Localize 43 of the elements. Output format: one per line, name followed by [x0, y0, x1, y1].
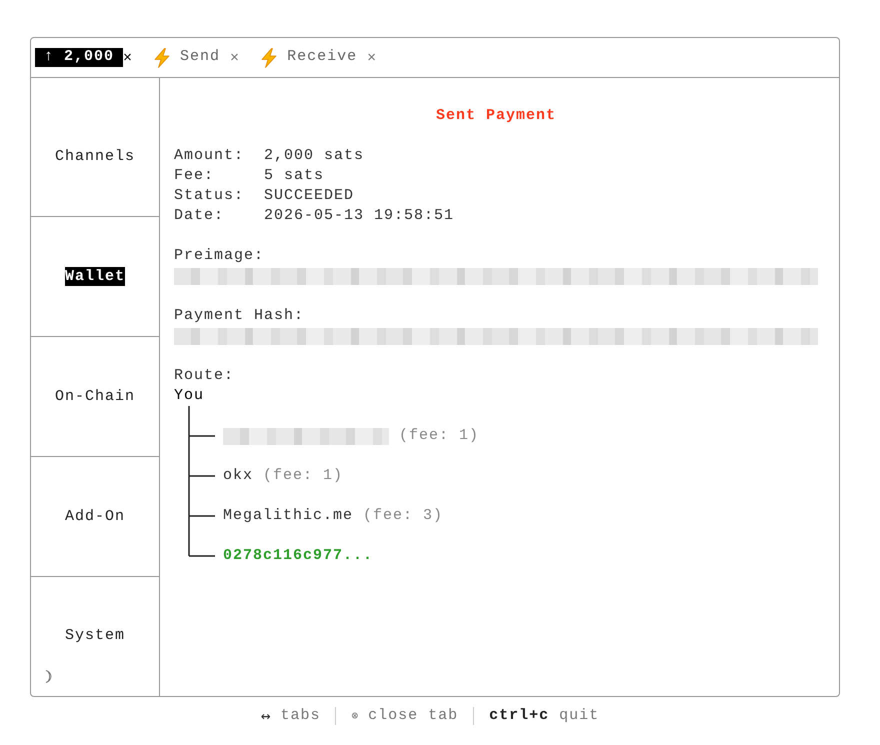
- hop-fee: (fee: 1): [399, 426, 480, 446]
- tree-connector: [188, 486, 215, 526]
- sidebar-item[interactable]: Wallet: [64, 267, 125, 286]
- close-tab-button[interactable]: ×: [367, 48, 378, 67]
- shortcut-label: close tab: [368, 706, 458, 726]
- sidebar-item[interactable]: On-Chain: [54, 387, 135, 406]
- shortcut-key: ↔: [260, 704, 270, 728]
- route-origin: You: [174, 386, 204, 406]
- tab[interactable]: Receive: [261, 48, 358, 67]
- tree-connector: [188, 526, 215, 557]
- moon-icon[interactable]: [44, 670, 53, 683]
- shortcut-label: tabs: [280, 706, 320, 726]
- destination-name: 0278c116c977...: [223, 546, 374, 566]
- lightning-icon: [261, 48, 278, 68]
- close-tab-button[interactable]: ×: [230, 48, 240, 67]
- field-label: Date:: [174, 206, 226, 226]
- field-label: Amount:: [174, 146, 246, 166]
- tab[interactable]: Send: [154, 48, 220, 67]
- field-value: 5 sats: [264, 166, 324, 186]
- field-label: Fee:: [174, 166, 216, 186]
- tree-connector: [188, 406, 215, 446]
- panel-title: Sent Payment: [436, 106, 556, 126]
- field-value: 2,000 sats: [264, 146, 364, 166]
- sidebar-item[interactable]: System: [64, 626, 125, 645]
- sidebar-item[interactable]: Channels: [54, 147, 135, 166]
- field-value: 2026-05-13 19:58:51: [264, 206, 454, 226]
- hop-fee: (fee: 3): [363, 506, 444, 526]
- node-name: Megalithic.me: [223, 506, 354, 526]
- field-label: Payment Hash:: [174, 306, 304, 326]
- field-label: Route:: [174, 366, 234, 386]
- field-value: SUCCEEDED: [264, 186, 354, 206]
- lightning-icon: [154, 48, 170, 68]
- tab[interactable]: ↑ 2,000: [35, 48, 124, 67]
- field-label: Preimage:: [174, 246, 264, 266]
- sidebar-item[interactable]: Add-On: [64, 507, 125, 526]
- hop-fee: (fee: 1): [263, 466, 344, 486]
- shortcut-key: ctrl+c: [489, 704, 550, 728]
- field-label: Status:: [174, 186, 246, 206]
- shortcut-label: quit: [559, 706, 600, 726]
- close-tab-button[interactable]: ×: [123, 48, 134, 67]
- tree-connector: [188, 446, 215, 486]
- shortcut-key: ⊗: [351, 708, 358, 724]
- node-name: okx: [223, 466, 254, 486]
